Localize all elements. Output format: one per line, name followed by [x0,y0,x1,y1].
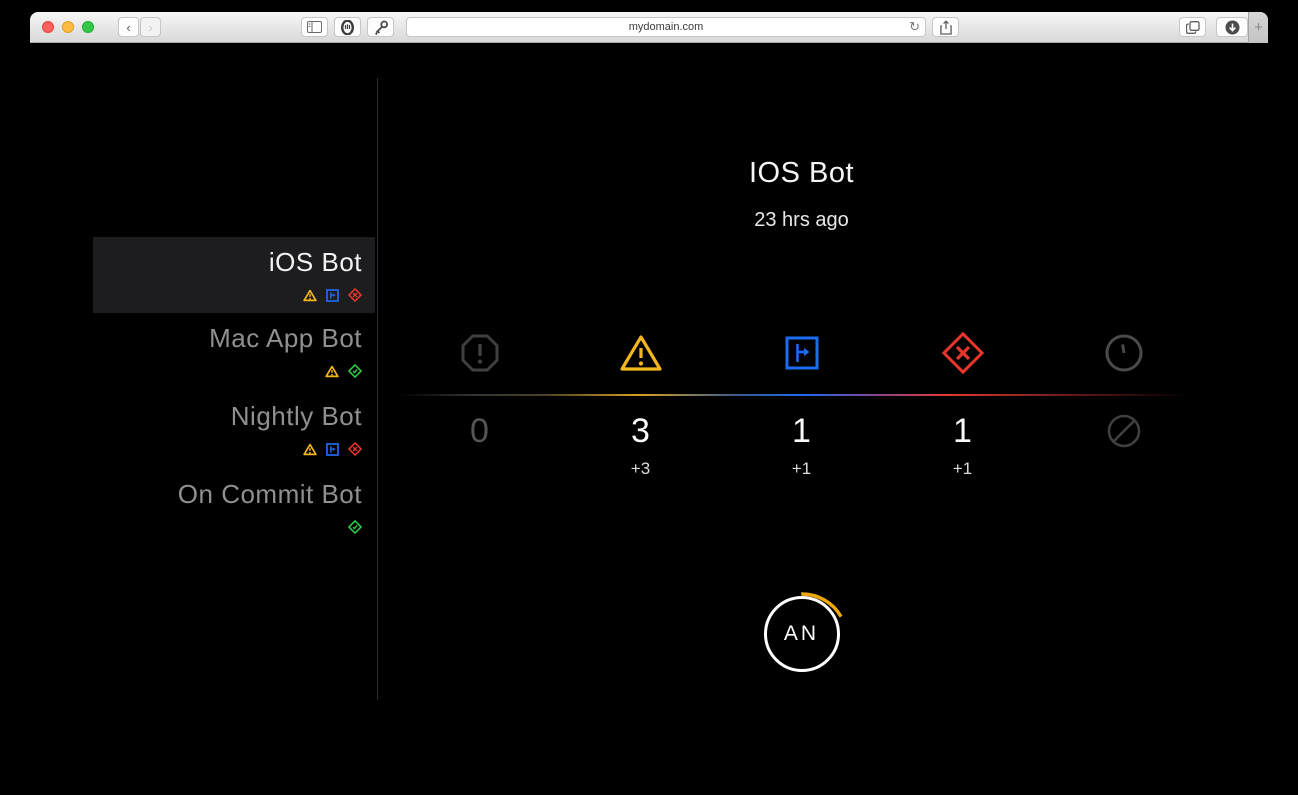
downloads-button[interactable] [1216,17,1248,37]
stat-duration [1043,330,1204,479]
prohibited-icon [1106,413,1142,449]
browser-window: ‹ › mydomain [30,12,1268,765]
download-icon [1225,20,1240,35]
page-title: IOS Bot [399,157,1204,190]
sidebar-item-mac-app-bot[interactable]: Mac App Bot [93,313,375,391]
sidebar-toggle-button[interactable] [301,17,328,37]
browser-toolbar: ‹ › mydomain [30,12,1268,43]
stat-analysis-issues: 1 +1 [721,330,882,479]
stat-failed-tests: 1 +1 [882,330,1043,479]
error-count: 0 [470,411,489,451]
sidebar-item-nightly-bot[interactable]: Nightly Bot [93,391,375,469]
close-window-button[interactable] [42,21,54,33]
analysis-delta: +1 [792,459,811,479]
back-button[interactable]: ‹ [118,17,139,37]
warning-triangle-icon [325,365,339,378]
bot-list-sidebar: iOS Bot [30,43,377,765]
last-integration-time: 23 hrs ago [399,209,1204,232]
tab-overview-button[interactable] [1179,17,1206,37]
bot-status-icons [93,515,362,539]
reload-button[interactable]: ↻ [909,19,920,35]
analysis-flag-icon [785,336,819,370]
duration-none [1106,411,1142,451]
zoom-window-button[interactable] [82,21,94,33]
bot-name: On Commit Bot [93,473,362,515]
error-diamond-icon [941,331,985,375]
clock-icon [1104,333,1144,373]
success-diamond-icon [348,520,362,534]
warning-count: 3 [631,411,650,451]
integrator-area: AN [399,553,1204,713]
share-button[interactable] [932,17,959,37]
analysis-flag-icon [326,443,339,456]
bots-page: iOS Bot [30,43,1268,765]
bot-name: Nightly Bot [93,395,362,437]
error-diamond-icon [348,442,362,456]
success-diamond-icon [348,364,362,378]
sidebar-item-ios-bot[interactable]: iOS Bot [93,237,375,313]
tab-overview-icon [1186,21,1200,34]
integration-stats-row: 0 3 +3 [399,330,1204,479]
toolbar-right-cluster [1179,17,1248,37]
bot-name: iOS Bot [93,241,362,283]
integrator-avatar[interactable]: AN [764,596,840,672]
bot-name: Mac App Bot [93,317,362,359]
minimize-window-button[interactable] [62,21,74,33]
warning-triangle-icon [619,333,663,373]
analysis-count: 1 [792,411,811,451]
hand-extension-icon [341,20,354,35]
bot-detail-panel: IOS Bot 23 hrs ago 0 [377,43,1268,765]
key-icon [373,20,389,35]
error-octagon-icon [459,332,501,374]
stat-errors: 0 [399,330,560,479]
warning-triangle-icon [303,289,317,302]
error-diamond-icon [348,288,362,302]
nav-buttons: ‹ › [118,17,161,37]
forward-button[interactable]: › [140,17,161,37]
warning-triangle-icon [303,443,317,456]
failed-test-delta: +1 [953,459,972,479]
extension-hand-button[interactable] [334,17,361,37]
url-text: mydomain.com [629,21,704,33]
sidebar-icon [307,21,322,33]
bot-status-icons [93,283,362,307]
address-bar[interactable]: mydomain.com ↻ [406,17,926,37]
bot-status-icons [93,359,362,383]
new-tab-button[interactable]: + [1248,12,1268,43]
traffic-lights [42,21,94,33]
warning-delta: +3 [631,459,650,479]
failed-test-count: 1 [953,411,972,451]
integrator-initials: AN [784,622,819,646]
extension-key-button[interactable] [367,17,394,37]
stat-warnings: 3 +3 [560,330,721,479]
sidebar-item-on-commit-bot[interactable]: On Commit Bot [93,469,375,547]
status-spectrum-line [399,394,1204,396]
analysis-flag-icon [326,289,339,302]
bot-status-icons [93,437,362,461]
share-icon [940,20,952,35]
